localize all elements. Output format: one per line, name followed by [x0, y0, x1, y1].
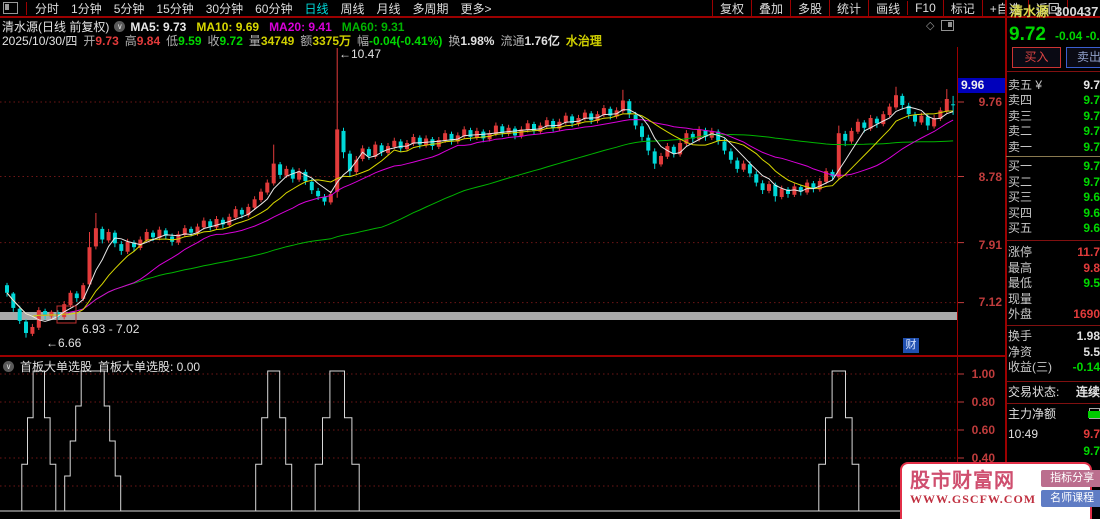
signal-pane-value: 首板大单选股: 0.00 [98, 360, 201, 374]
top-menu-bar: 分时 1分钟 5分钟 15分钟 30分钟 60分钟 日线 周线 月线 多周期 更… [0, 0, 1100, 18]
axis-tick: 8.78 [978, 170, 1002, 184]
tab-weekly[interactable]: 周线 [340, 0, 364, 17]
ask-4-row[interactable]: 卖四 9.7 [1008, 93, 1100, 108]
main-net-flow-row[interactable]: 主力净额 [1008, 407, 1100, 422]
signal-axis-tick: 1.00 [971, 367, 995, 381]
bid-5-row[interactable]: 买五 9.6 [1008, 221, 1100, 236]
kline-chart[interactable] [0, 0, 1005, 519]
trade-status-row: 交易状态: 连续 [1008, 385, 1100, 399]
signal-axis-tick: 0.80 [971, 395, 995, 409]
menu-fuquan[interactable]: 复权 [712, 0, 751, 17]
sell-button[interactable]: 卖出 [1066, 47, 1100, 68]
limit-up-row: 涨停 11.7 [1008, 245, 1100, 259]
quote-stock-name[interactable]: 清水源 300437 [1010, 1, 1098, 20]
signal-pane-title[interactable]: 首板大单选股 [20, 358, 92, 375]
ask-1-row[interactable]: 卖一 9.7 [1008, 140, 1100, 155]
tab-fenshi[interactable]: 分时 [35, 0, 59, 17]
axis-tick: 7.12 [978, 295, 1002, 309]
band-range-annotation: 6.93 - 7.02 [82, 322, 140, 336]
menu-overlay[interactable]: 叠加 [751, 0, 790, 17]
day-low-row: 最低 9.5 [1008, 276, 1100, 290]
bid-ask-divider [1006, 156, 1100, 157]
badge-indicator-share: 指标分享 [1041, 470, 1100, 487]
pane-divider [0, 355, 1005, 357]
peak-price-annotation: ←10.47 [339, 47, 382, 61]
pane-split-icon[interactable] [941, 20, 955, 31]
divider [1006, 403, 1100, 404]
date-label: 2025/10/30/四 [2, 34, 78, 48]
signal-pane-header: ∨ 首板大单选股 首板大单选股: 0.00 [3, 358, 200, 375]
ask-3-row[interactable]: 卖三 9.7 [1008, 109, 1100, 124]
stat-low: 低9.59 [166, 34, 202, 48]
net-flow-bar [1088, 411, 1100, 418]
stat-open: 开9.73 [83, 34, 119, 48]
chevron-down-icon[interactable]: ∨ [114, 21, 126, 32]
menu-mark[interactable]: 标记 [942, 0, 982, 17]
eps-row: 收益(三) -0.14 [1008, 360, 1100, 374]
divider [26, 1, 27, 15]
net-asset-row: 净资 5.5 [1008, 344, 1100, 359]
watermark-url: WWW.GSCFW.COM [910, 492, 1037, 506]
stat-volume: 量34749 [248, 34, 295, 48]
news-marker-badge[interactable]: 财 [903, 338, 919, 353]
split-window-icon[interactable] [3, 2, 18, 14]
axis-tick: 9.76 [978, 95, 1002, 109]
quote-change-pct: -0.41% [1085, 29, 1100, 43]
outer-volume-row: 外盘 1690 [1008, 307, 1100, 321]
divider [1006, 325, 1100, 326]
watermark-text: 股市财富网 WWW.GSCFW.COM [910, 470, 1036, 507]
watermark-title: 股市财富网 [910, 470, 1015, 492]
tab-1min[interactable]: 1分钟 [71, 0, 102, 17]
tab-daily[interactable]: 日线 [304, 0, 328, 17]
axis-tick: 7.91 [978, 238, 1002, 252]
buy-button[interactable]: 买入 [1012, 47, 1061, 68]
period-tabs: 分时 1分钟 5分钟 15分钟 30分钟 60分钟 日线 周线 月线 多周期 更… [35, 0, 492, 17]
low-price-annotation: ←6.66 [46, 336, 82, 350]
divider [1006, 240, 1100, 241]
menu-f10[interactable]: F10 [907, 1, 943, 15]
cur-volume-row: 现量 [1008, 291, 1033, 306]
ask-5-row[interactable]: 卖五 ¥9.7 [1008, 78, 1100, 93]
menu-stats[interactable]: 统计 [829, 0, 868, 17]
day-high-row: 最高 9.8 [1008, 260, 1100, 275]
tab-monthly[interactable]: 月线 [377, 0, 401, 17]
diamond-icon[interactable]: ◇ [926, 19, 934, 32]
axis-max-label: 9.96 [958, 78, 1006, 93]
divider [1006, 71, 1100, 72]
bid-2-row[interactable]: 买二 9.7 [1008, 175, 1100, 190]
trading-terminal: 分时 1分钟 5分钟 15分钟 30分钟 60分钟 日线 周线 月线 多周期 更… [0, 0, 1100, 519]
watermark-banner: 股市财富网 WWW.GSCFW.COM 指标分享 名师课程 [900, 462, 1100, 519]
quote-stock-code: 300437 [1055, 4, 1099, 19]
stat-industry: 水治理 [565, 34, 602, 48]
menu-draw[interactable]: 画线 [868, 0, 907, 17]
quote-last-price: 9.72 [1009, 24, 1046, 45]
stat-float: 流通1.76亿 [500, 34, 560, 48]
tab-more[interactable]: 更多> [461, 0, 492, 17]
stat-close: 收9.72 [207, 34, 243, 48]
panel-divider [1005, 0, 1007, 519]
bid-1-row[interactable]: 买一 9.7 [1008, 159, 1100, 174]
badge-teacher-course: 名师课程 [1041, 490, 1100, 507]
signal-axis-tick: 0.60 [971, 423, 995, 437]
tab-15min[interactable]: 15分钟 [156, 0, 193, 17]
bid-4-row[interactable]: 买四 9.6 [1008, 206, 1100, 221]
axis-divider [957, 47, 958, 513]
tab-5min[interactable]: 5分钟 [114, 0, 145, 17]
bid-3-row[interactable]: 买三 9.6 [1008, 190, 1100, 205]
tick-row: 9.7 [1083, 444, 1100, 458]
tick-row: 10:49 9.7 [1008, 427, 1100, 441]
collapse-icon[interactable]: ∨ [3, 361, 14, 372]
chart-corner-icons: ◇ [926, 19, 955, 32]
divider [1006, 381, 1100, 382]
ohlc-row: 2025/10/30/四 开9.73 高9.84 低9.59 收9.72 量34… [2, 32, 608, 49]
tab-30min[interactable]: 30分钟 [206, 0, 243, 17]
ask-2-row[interactable]: 卖二 9.7 [1008, 124, 1100, 139]
tab-multi-period[interactable]: 多周期 [413, 0, 449, 17]
stat-turnover: 换1.98% [448, 34, 495, 48]
turnover-row: 换手 1.98 [1008, 329, 1100, 343]
quote-change: -0.04 -0.41% [1055, 29, 1100, 43]
menu-multi-stock[interactable]: 多股 [790, 0, 829, 17]
stat-high: 高9.84 [124, 34, 161, 48]
tab-60min[interactable]: 60分钟 [255, 0, 292, 17]
